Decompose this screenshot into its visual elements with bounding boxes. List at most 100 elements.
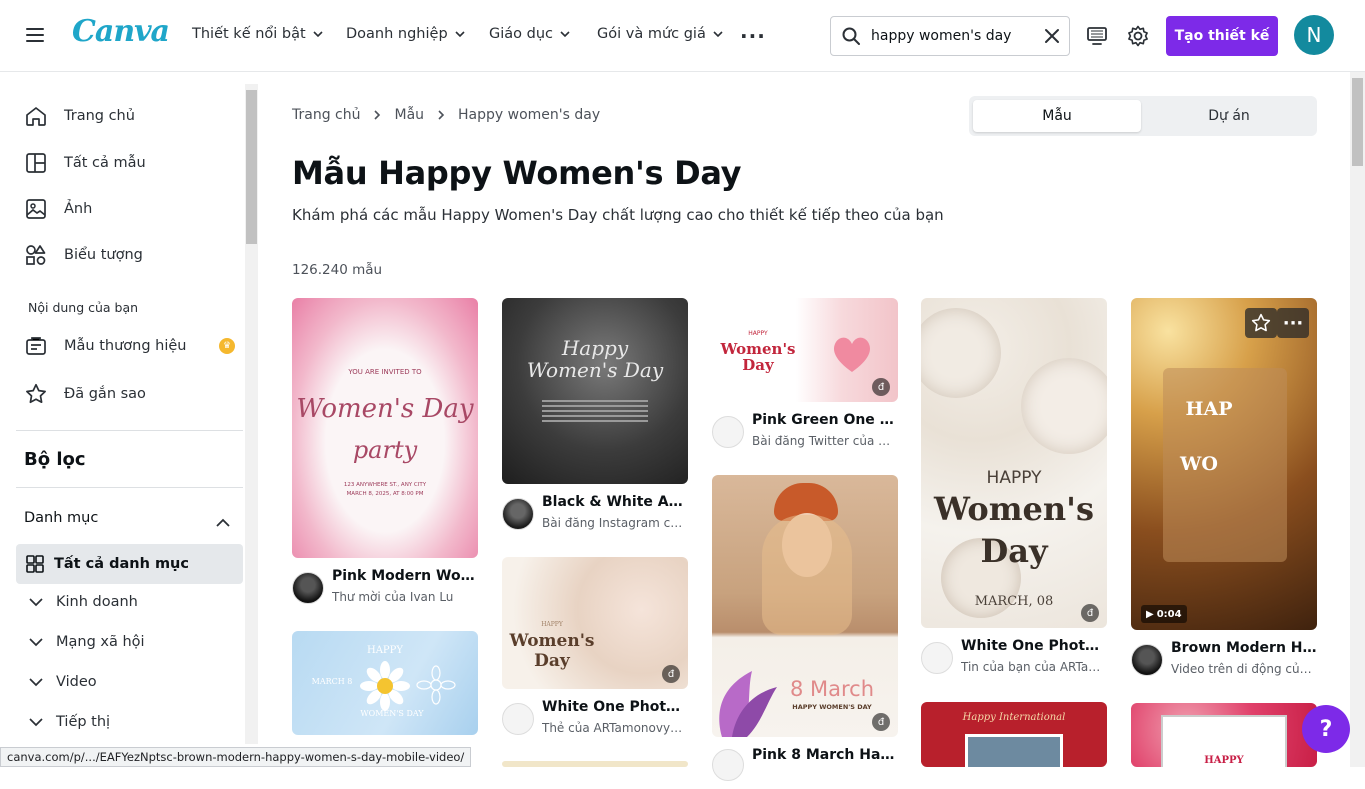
breadcrumb-templates[interactable]: Mẫu (394, 107, 424, 123)
more-icon[interactable]: ··· (740, 24, 766, 48)
category-social[interactable]: Mạng xã hội (28, 634, 145, 650)
template-card[interactable]: 8 March HAPPY WOMEN'S DAY đ (712, 475, 898, 737)
breadcrumb-home[interactable]: Trang chủ (292, 107, 360, 123)
close-icon[interactable] (1043, 27, 1061, 45)
image-icon (26, 199, 46, 219)
chevron-up-icon[interactable] (214, 514, 232, 532)
card-subtitle: Bài đăng Twitter của AR... (752, 434, 898, 448)
template-card[interactable]: HAPPY Women's Day MARCH, 08 đ (921, 298, 1107, 628)
card-subtitle: Thẻ của ARTamonovy_S... (542, 721, 688, 735)
section-label-your-content: Nội dung của bạn (28, 300, 139, 315)
card-title: White One Photo R... (542, 699, 688, 715)
card-subtitle: Thư mời của Ivan Lu (332, 590, 454, 604)
sidebar-item-brand-templates[interactable]: Mẫu thương hiệu (24, 334, 186, 358)
template-card[interactable]: HAPPY Women's Day đ (712, 298, 898, 402)
category-business[interactable]: Kinh doanh (28, 594, 138, 610)
card-caption[interactable]: Pink Green One Ph... Bài đăng Twitter củ… (712, 410, 898, 454)
chevron-down-icon (455, 31, 465, 38)
card-caption[interactable]: Pink Modern Wome... Thư mời của Ivan Lu (292, 566, 478, 610)
card-overlay-text: 123 ANYWHERE ST., ANY CITY (343, 482, 427, 488)
help-button[interactable]: ? (1302, 705, 1350, 753)
sidebar-scrollbar[interactable] (245, 84, 258, 744)
chevron-down-icon (29, 678, 43, 687)
card-overlay-text: HAPPY (986, 468, 1042, 488)
card-subtitle: Video trên di động của I... (1171, 662, 1317, 676)
card-overlay-text: 8 March (789, 677, 875, 701)
category-marketing[interactable]: Tiếp thị (28, 714, 110, 730)
template-card[interactable]: HAPPY (1131, 703, 1317, 767)
card-overlay-text: WO (1180, 453, 1218, 475)
rose-shape (1021, 358, 1107, 454)
tab-projects[interactable]: Dự án (1145, 100, 1313, 132)
divider (16, 487, 243, 488)
category-label: Mạng xã hội (56, 634, 145, 650)
crown-icon: ♛ (219, 338, 235, 354)
chevron-down-icon (313, 31, 323, 38)
card-caption[interactable]: Brown Modern Hap... Video trên di động c… (1131, 638, 1317, 682)
nav-business[interactable]: Doanh nghiệp (346, 26, 466, 42)
main-scrollbar[interactable] (1350, 72, 1365, 767)
card-overlay-text: MARCH 8, 2025, AT 8:00 PM (346, 491, 424, 497)
sidebar-item-label: Đã gắn sao (64, 386, 146, 402)
search-input[interactable] (871, 25, 1031, 47)
nav-label: Thiết kế nổi bật (192, 26, 306, 42)
sidebar-item-starred[interactable]: Đã gắn sao (24, 382, 146, 406)
flower-outline-icon (416, 665, 456, 705)
sidebar-item-home[interactable]: Trang chủ (24, 104, 135, 128)
avatar (292, 572, 324, 604)
template-card[interactable]: HAP WO ··· ▶ 0:04 (1131, 298, 1317, 630)
category-video[interactable]: Video (28, 674, 97, 690)
card-overlay-text: HAPPY WOMEN'S DAY (792, 703, 872, 711)
chevron-down-icon (29, 718, 43, 727)
search-icon (842, 27, 860, 45)
card-caption[interactable]: Black & White Aest... Bài đăng Instagram… (502, 492, 688, 536)
nav-label: Gói và mức giá (597, 26, 706, 42)
card-title: Pink 8 March Happ... (752, 747, 898, 763)
avatar[interactable]: N (1294, 15, 1334, 55)
gear-icon[interactable] (1126, 24, 1150, 48)
filter-title: Bộ lọc (24, 449, 86, 470)
nav-pricing[interactable]: Gói và mức giá (597, 26, 724, 42)
category-label: Tiếp thị (56, 714, 111, 730)
template-card[interactable]: Happy Women's Day (502, 298, 688, 484)
canva-logo[interactable]: Canva (72, 14, 170, 49)
duration-label: 0:04 (1156, 608, 1182, 620)
star-icon (1251, 313, 1271, 332)
sidebar: Trang chủ Tất cả mẫu Ảnh Biểu tượng Nội … (0, 72, 260, 767)
template-card[interactable]: YOU ARE INVITED TO Women's Day party 123… (292, 298, 478, 558)
template-card[interactable] (502, 761, 688, 767)
card-overlay-text: Women's (509, 631, 595, 651)
template-card[interactable]: HAPPY Women's Day đ (502, 557, 688, 689)
card-caption[interactable]: Pink 8 March Happ... (712, 745, 898, 789)
card-subtitle: Bài đăng Instagram của... (542, 516, 688, 530)
card-overlay-text: Women's Day (296, 394, 474, 424)
sidebar-item-icons[interactable]: Biểu tượng (24, 243, 143, 267)
menu-icon[interactable] (24, 24, 46, 46)
tab-templates[interactable]: Mẫu (973, 100, 1141, 132)
card-caption[interactable]: White One Photo R... Thẻ của ARTamonovy_… (502, 697, 688, 741)
scrollbar-thumb[interactable] (246, 90, 257, 244)
sidebar-item-all-templates[interactable]: Tất cả mẫu (24, 151, 146, 175)
card-title: White One Photo R... (961, 638, 1107, 654)
category-all[interactable]: Tất cả danh mục (16, 544, 243, 584)
desktop-app-icon[interactable] (1086, 25, 1108, 47)
nav-education[interactable]: Giáo dục (489, 26, 571, 42)
card-caption[interactable]: White One Photo R... Tin của bạn của ART… (921, 636, 1107, 680)
view-toggle: Mẫu Dự án (969, 96, 1317, 136)
avatar (502, 703, 534, 735)
star-button[interactable] (1245, 308, 1277, 338)
avatar (921, 642, 953, 674)
template-card[interactable]: Happy International (921, 702, 1107, 767)
category-header[interactable]: Danh mục (24, 510, 244, 526)
sidebar-item-photos[interactable]: Ảnh (24, 197, 92, 221)
scrollbar-thumb[interactable] (1352, 78, 1363, 166)
more-options-button[interactable]: ··· (1277, 308, 1309, 338)
nav-featured[interactable]: Thiết kế nổi bật (192, 26, 324, 42)
create-design-button[interactable]: Tạo thiết kế (1166, 16, 1278, 56)
sidebar-item-label: Trang chủ (64, 108, 135, 124)
card-overlay-text: MARCH, 08 (974, 594, 1054, 609)
rose-shape (921, 308, 1001, 398)
avatar (1131, 644, 1163, 676)
template-card[interactable]: HAPPY MARCH 8 WOMEN'S DAY (292, 631, 478, 735)
card-title: Brown Modern Hap... (1171, 640, 1317, 656)
